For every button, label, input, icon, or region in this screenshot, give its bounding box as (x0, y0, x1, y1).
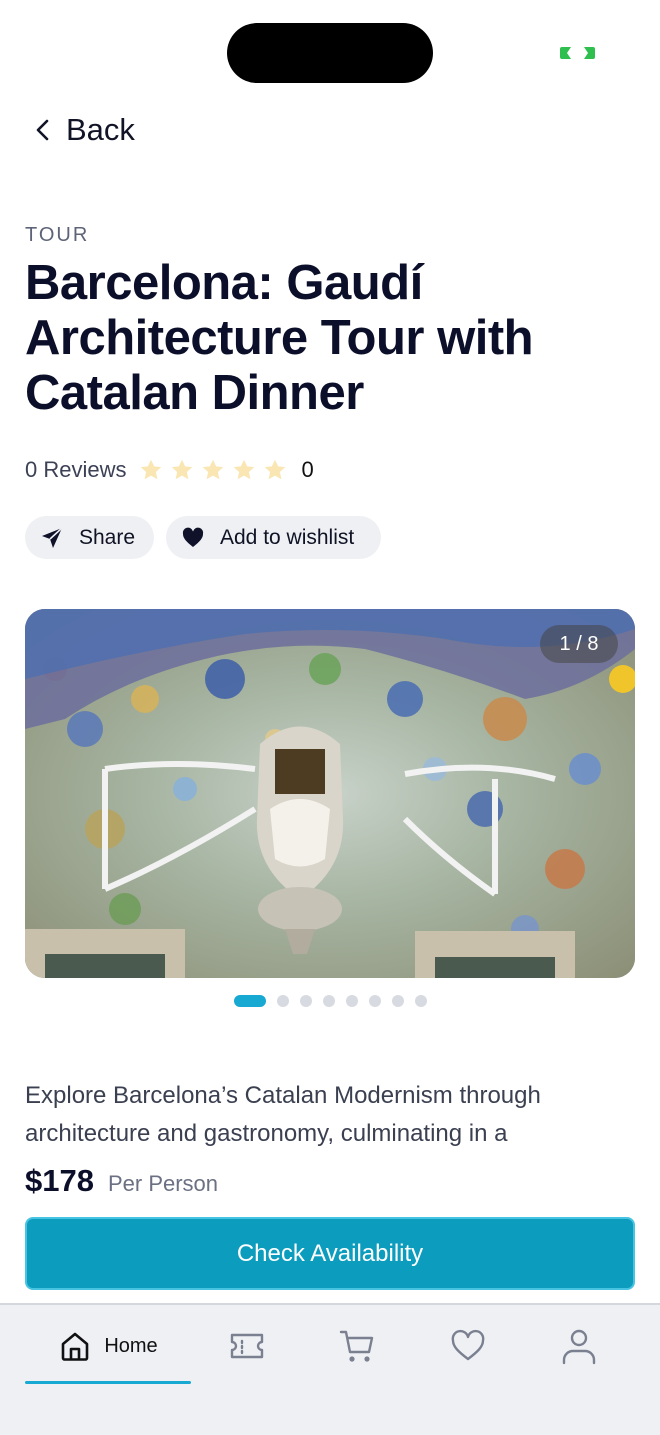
share-button[interactable]: Share (25, 516, 154, 559)
photo-gallery[interactable]: 1 / 8 (25, 609, 635, 978)
wishlist-label: Add to wishlist (220, 525, 355, 549)
heart-filled-icon (180, 525, 206, 551)
tab-home[interactable]: Home (26, 1323, 190, 1369)
category-label: TOUR (25, 224, 90, 246)
back-button[interactable]: Back (26, 108, 135, 152)
profile-icon (562, 1329, 596, 1365)
cart-icon (339, 1330, 374, 1362)
back-label: Back (66, 112, 135, 147)
star-icon (203, 459, 224, 480)
tour-description: Explore Barcelona’s Catalan Modernism th… (25, 1082, 541, 1147)
add-to-wishlist-button[interactable]: Add to wishlist (166, 516, 381, 559)
pagination-dot[interactable] (346, 995, 358, 1007)
send-icon (39, 525, 65, 551)
star-icon (141, 459, 162, 480)
pagination-dot-active[interactable] (234, 995, 266, 1007)
home-icon (62, 1332, 89, 1361)
pagination-dot[interactable] (300, 995, 312, 1007)
star-icon (265, 459, 286, 480)
bottom-tab-bar: Home (0, 1303, 660, 1435)
reviews-count[interactable]: 0 Reviews (25, 457, 126, 483)
active-tab-indicator (25, 1381, 191, 1384)
dynamic-island (227, 23, 433, 83)
gallery-pagination (234, 995, 438, 1007)
gallery-counter: 1 / 8 (540, 625, 618, 663)
heart-icon (451, 1329, 485, 1361)
star-icon (234, 459, 255, 480)
price-row: $178 Per Person (25, 1163, 218, 1199)
share-label: Share (79, 525, 136, 549)
tab-wishlist[interactable] (445, 1323, 491, 1369)
star-rating (138, 457, 293, 483)
ticket-icon (230, 1333, 264, 1359)
check-availability-button[interactable]: Check Availability (25, 1217, 635, 1290)
pagination-dot[interactable] (415, 995, 427, 1007)
tab-cart[interactable] (334, 1323, 380, 1369)
pagination-dot[interactable] (323, 995, 335, 1007)
price-value: $178 (25, 1163, 94, 1198)
price-unit: Per Person (107, 1171, 219, 1196)
pagination-dot[interactable] (392, 995, 404, 1007)
pagination-dot[interactable] (277, 995, 289, 1007)
rating-row: 0 Reviews 0 (25, 453, 314, 487)
status-indicator-icon (560, 47, 595, 59)
chevron-left-icon (26, 113, 60, 147)
page-title: Barcelona: Gaudí Architecture Tour with … (25, 256, 534, 420)
rating-value: 0 (301, 457, 314, 482)
status-bar (0, 0, 660, 100)
pagination-dot[interactable] (369, 995, 381, 1007)
tab-tickets[interactable] (224, 1323, 270, 1369)
tab-home-label: Home (104, 1334, 158, 1357)
tab-profile[interactable] (556, 1323, 602, 1369)
star-icon (172, 459, 193, 480)
gallery-photo (25, 609, 635, 978)
